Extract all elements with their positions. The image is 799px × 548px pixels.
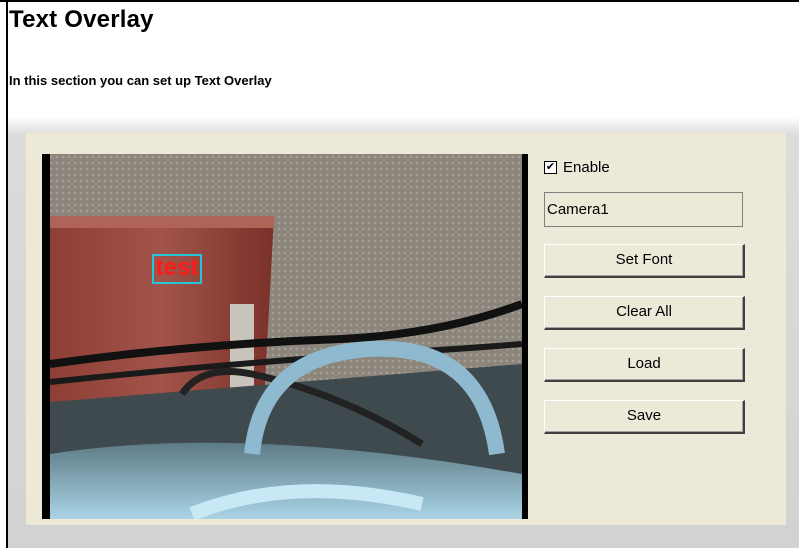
load-button[interactable]: Load [544, 348, 745, 382]
clear-all-button[interactable]: Clear All [544, 296, 745, 330]
enable-label: Enable [563, 158, 610, 176]
settings-panel: test ✔ Enable Set Font Clear All Load Sa… [8, 117, 799, 548]
camera-preview-image [42, 154, 528, 519]
camera-preview[interactable]: test [42, 154, 528, 519]
overlay-text-input[interactable] [544, 192, 743, 227]
settings-inner-panel: test ✔ Enable Set Font Clear All Load Sa… [26, 133, 786, 525]
overlay-text-box[interactable]: test [152, 254, 202, 284]
enable-checkbox[interactable]: ✔ [544, 160, 557, 174]
save-button[interactable]: Save [544, 400, 745, 434]
page-title: Text Overlay [9, 6, 154, 33]
top-border [0, 0, 799, 2]
page-subtitle: In this section you can set up Text Over… [9, 73, 272, 88]
set-font-button[interactable]: Set Font [544, 244, 745, 278]
enable-checkbox-row[interactable]: ✔ Enable [544, 158, 610, 176]
